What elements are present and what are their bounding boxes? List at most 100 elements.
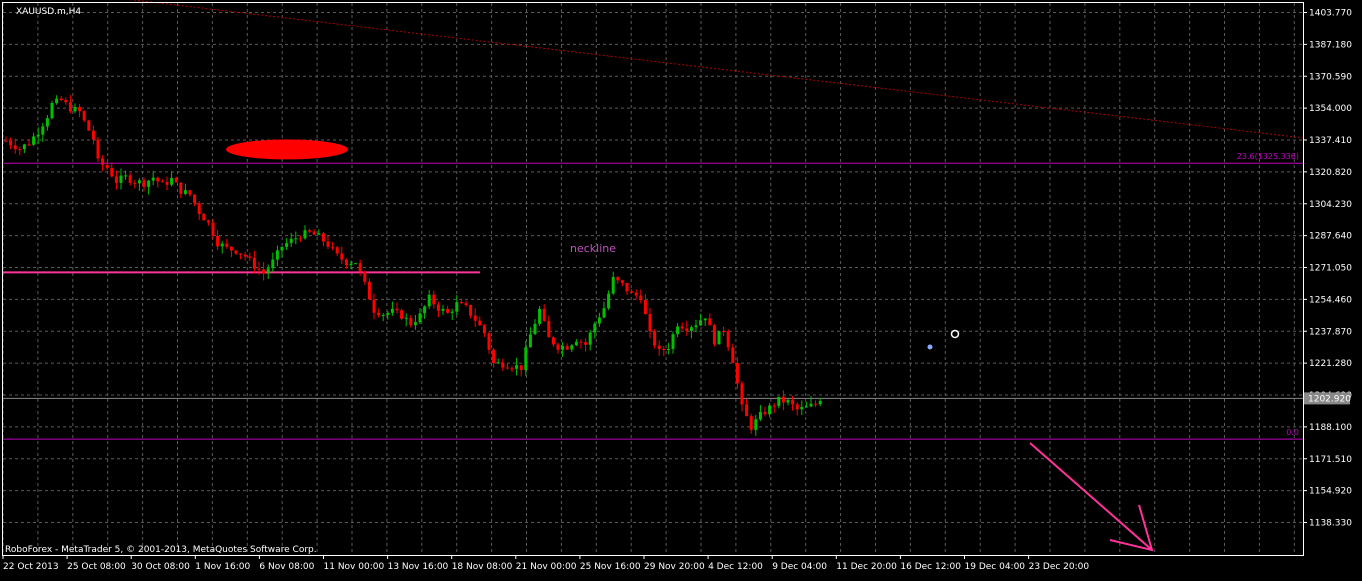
chart-window[interactable]: 23.6(1325.336) 0.0 neckline 1403.770 1387.1… bbox=[0, 0, 1362, 577]
candle-body bbox=[381, 314, 385, 316]
candle-body bbox=[473, 315, 477, 321]
candle-body bbox=[331, 246, 335, 248]
candle-body bbox=[285, 243, 289, 247]
candle-body bbox=[680, 326, 684, 329]
candle-body bbox=[524, 347, 528, 371]
candle-body bbox=[818, 400, 822, 405]
candle-body bbox=[620, 280, 624, 283]
candle-body bbox=[211, 222, 215, 237]
candle-body bbox=[303, 230, 307, 239]
candle-body bbox=[703, 318, 707, 321]
candle-body bbox=[335, 247, 339, 254]
candle-body bbox=[404, 317, 408, 319]
candle-body bbox=[597, 317, 601, 324]
y-tick-label: 1320.820 bbox=[1309, 168, 1352, 178]
candle-body bbox=[556, 344, 560, 350]
candlestick-chart[interactable]: 23.6(1325.336) 0.0 neckline 1403.770 1387.1… bbox=[0, 0, 1362, 577]
x-tick-label: 25 Nov 16:00 bbox=[580, 562, 641, 572]
candle-body bbox=[367, 281, 371, 300]
candle-body bbox=[717, 331, 721, 345]
candle-body bbox=[202, 213, 206, 221]
candle-body bbox=[722, 331, 726, 333]
candle-body bbox=[570, 345, 574, 350]
candle-body bbox=[708, 318, 712, 326]
fib-23-6-label: 23.6(1325.336) bbox=[1237, 152, 1299, 161]
candle-body bbox=[73, 107, 77, 112]
candle-body bbox=[321, 233, 325, 242]
candle-body bbox=[588, 332, 592, 345]
candle-body bbox=[317, 233, 321, 235]
candle-body bbox=[55, 98, 59, 103]
y-tick-label: 1254.460 bbox=[1309, 295, 1352, 305]
candle-body bbox=[96, 139, 100, 159]
y-tick-label: 1154.920 bbox=[1309, 487, 1352, 497]
candle-body bbox=[119, 175, 123, 183]
candle-body bbox=[45, 118, 49, 127]
candle-body bbox=[4, 140, 8, 142]
candle-body bbox=[689, 327, 693, 331]
candle-body bbox=[289, 238, 293, 244]
candle-body bbox=[386, 312, 390, 315]
candle-body bbox=[409, 317, 413, 326]
candle-body bbox=[160, 181, 164, 183]
candle-body bbox=[395, 308, 399, 311]
x-tick-label: 18 Nov 08:00 bbox=[452, 562, 513, 572]
candle-body bbox=[308, 230, 312, 232]
y-tick-label: 1403.770 bbox=[1309, 9, 1352, 19]
candle-body bbox=[128, 175, 132, 183]
candle-body bbox=[225, 243, 229, 247]
candle-body bbox=[206, 220, 210, 223]
candle-body bbox=[234, 250, 238, 254]
x-tick-label: 19 Dec 04:00 bbox=[965, 562, 1026, 572]
candle-body bbox=[124, 175, 128, 177]
candle-body bbox=[183, 190, 187, 194]
candle-body bbox=[137, 180, 141, 184]
candle-body bbox=[294, 238, 298, 240]
candle-body bbox=[340, 253, 344, 260]
candle-body bbox=[533, 323, 537, 335]
candle-body bbox=[777, 396, 781, 406]
candle-body bbox=[188, 190, 192, 195]
candle-body bbox=[791, 400, 795, 405]
y-tick-label: 1188.100 bbox=[1309, 423, 1352, 433]
candle-body bbox=[248, 256, 252, 258]
candle-body bbox=[390, 308, 394, 313]
candle-body bbox=[800, 406, 804, 410]
candle-body bbox=[372, 299, 376, 313]
candle-body bbox=[418, 313, 422, 323]
candle-body bbox=[749, 416, 753, 430]
candle-body bbox=[643, 300, 647, 315]
candle-body bbox=[634, 292, 638, 296]
y-tick-label: 1221.280 bbox=[1309, 359, 1352, 369]
candle-body bbox=[275, 250, 279, 260]
candle-body bbox=[87, 120, 91, 131]
fib-0-label: 0.0 bbox=[1286, 428, 1299, 437]
candle-body bbox=[413, 322, 417, 326]
candle-body bbox=[377, 312, 381, 316]
x-tick-label: 30 Oct 08:00 bbox=[131, 562, 190, 572]
candle-body bbox=[772, 405, 776, 407]
candle-body bbox=[464, 303, 468, 305]
candle-body bbox=[271, 259, 275, 269]
copyright-text: RoboForex - MetaTrader 5, © 2001-2013, M… bbox=[5, 545, 317, 555]
candle-body bbox=[616, 276, 620, 281]
candle-body bbox=[542, 308, 546, 321]
candle-body bbox=[602, 308, 606, 318]
candle-body bbox=[400, 310, 404, 319]
candle-body bbox=[50, 102, 54, 119]
candle-body bbox=[220, 243, 224, 247]
candle-body bbox=[814, 403, 818, 405]
candle-body bbox=[611, 276, 615, 294]
candle-body bbox=[781, 396, 785, 403]
y-tick-label: 1337.410 bbox=[1309, 136, 1352, 146]
candle-body bbox=[731, 347, 735, 363]
x-tick-label: 16 Dec 12:00 bbox=[900, 562, 961, 572]
candle-body bbox=[229, 246, 233, 251]
candle-body bbox=[363, 271, 367, 282]
candle-body bbox=[441, 308, 445, 311]
candle-body bbox=[593, 323, 597, 333]
candle-body bbox=[193, 194, 197, 204]
candle-body bbox=[156, 177, 160, 182]
candle-body bbox=[639, 295, 643, 301]
candle-body bbox=[446, 308, 450, 313]
